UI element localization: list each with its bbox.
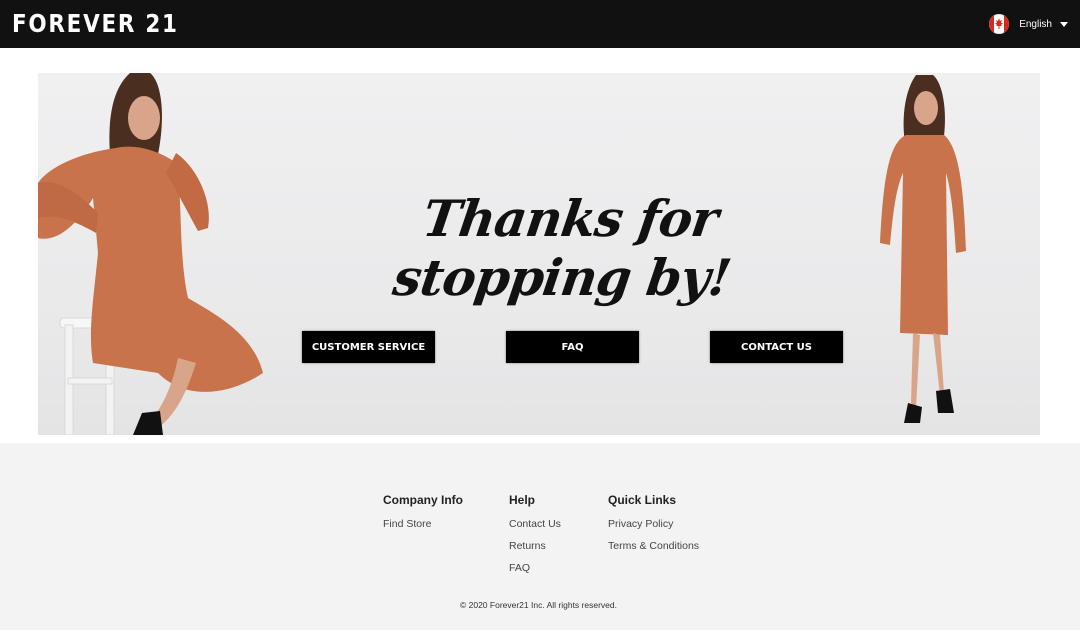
footer-heading-help: Help	[509, 493, 536, 507]
thanks-headline: Thanks for stopping by!	[389, 189, 735, 307]
footer-link-contact-us[interactable]: Contact Us	[509, 513, 561, 535]
caret-down-icon	[1060, 21, 1068, 27]
footer-heading-quick-links: Quick Links	[608, 493, 677, 507]
language-selector[interactable]: English	[989, 13, 1068, 35]
site-footer: Company Info Find Store Help Contact Us …	[0, 443, 1080, 630]
model-photo-left	[38, 73, 263, 435]
footer-link-privacy-policy[interactable]: Privacy Policy	[608, 513, 699, 535]
site-header: FOREVER 21 English	[0, 0, 1080, 48]
footer-link-terms-conditions[interactable]: Terms & Conditions	[608, 535, 699, 557]
footer-column-help: Help Contact Us Returns FAQ	[509, 493, 561, 579]
language-label: English	[1019, 18, 1052, 30]
footer-column-quick-links: Quick Links Privacy Policy Terms & Condi…	[608, 493, 699, 557]
footer-link-faq[interactable]: FAQ	[509, 557, 561, 579]
hero-banner: Thanks for stopping by! CUSTOMER SERVICE…	[38, 73, 1040, 435]
footer-link-find-store[interactable]: Find Store	[383, 513, 463, 535]
copyright-text: © 2020 Forever21 Inc. All rights reserve…	[460, 600, 617, 610]
canada-flag-icon	[989, 14, 1010, 34]
footer-link-returns[interactable]: Returns	[509, 535, 561, 557]
customer-service-button[interactable]: CUSTOMER SERVICE	[302, 331, 435, 363]
footer-heading-company-info: Company Info	[383, 493, 463, 507]
model-photo-right	[880, 75, 966, 423]
footer-column-company-info: Company Info Find Store	[383, 493, 463, 535]
forever21-logo[interactable]: FOREVER 21	[12, 7, 179, 41]
faq-button[interactable]: FAQ	[506, 331, 639, 363]
contact-us-button[interactable]: CONTACT US	[710, 331, 843, 363]
